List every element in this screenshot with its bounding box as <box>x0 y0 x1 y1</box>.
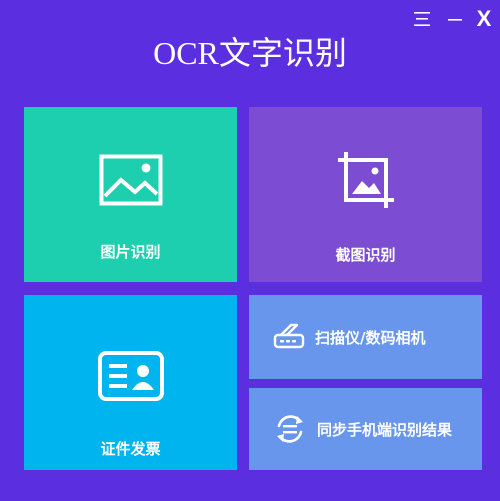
sync-icon <box>277 415 303 443</box>
menu-button[interactable] <box>408 6 436 32</box>
scanner-icon <box>273 323 305 349</box>
menu-icon <box>414 12 430 26</box>
sync-phone-results-tile[interactable]: 同步手机端识别结果 <box>249 388 482 470</box>
image-icon <box>99 154 162 206</box>
id-card-icon <box>97 351 164 401</box>
image-recognition-tile[interactable]: 图片识别 <box>24 107 237 282</box>
scanner-camera-label: 扫描仪/数码相机 <box>315 328 426 347</box>
minimize-icon <box>448 19 462 21</box>
id-invoice-tile[interactable]: 证件发票 <box>24 295 237 470</box>
screenshot-recognition-label: 截图识别 <box>335 246 396 264</box>
close-button[interactable]: X <box>472 6 496 32</box>
app-window: X OCR文字识别 图片识别 截图识别 证件发票 扫描仪/数码相机 同步手机端识… <box>0 0 500 501</box>
minimize-button[interactable] <box>442 6 468 32</box>
sync-phone-results-label: 同步手机端识别结果 <box>317 420 453 439</box>
screenshot-recognition-tile[interactable]: 截图识别 <box>249 107 482 282</box>
id-invoice-label: 证件发票 <box>100 440 161 458</box>
scanner-camera-tile[interactable]: 扫描仪/数码相机 <box>249 295 482 379</box>
image-recognition-label: 图片识别 <box>100 243 161 261</box>
sync-row: 同步手机端识别结果 <box>273 388 452 470</box>
app-title: OCR文字识别 <box>153 35 347 71</box>
scanner-row: 扫描仪/数码相机 <box>273 295 425 379</box>
crop-image-icon <box>337 152 394 208</box>
